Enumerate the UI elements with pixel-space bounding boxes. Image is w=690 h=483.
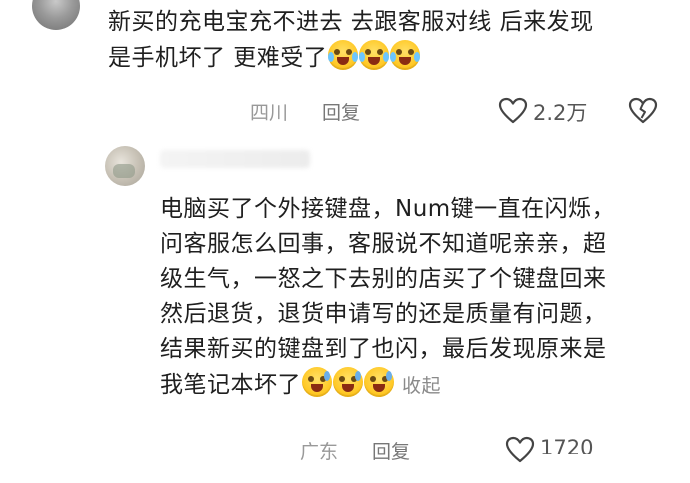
reply-button[interactable]: 回复 [372,437,410,464]
comment-line: 然后退货，退货申请写的还是质量有问题， [160,301,607,327]
sweat-smile-icon [302,367,332,397]
like-count: 2.2万 [533,101,588,125]
comment-line: 电脑买了个外接键盘，Num键一直在闪烁， [160,196,616,222]
sweat-smile-icon [333,367,363,397]
reply-button[interactable]: 回复 [322,98,360,125]
comment-line: 级生气，一怒之下去别的店买了个键盘回来 [160,266,607,292]
crying-laughing-icon [328,40,359,70]
heart-icon[interactable] [498,97,528,125]
crying-laughing-icon [390,40,421,70]
sweat-smile-icon [364,367,394,397]
collapse-button[interactable]: 收起 [402,375,441,397]
username-blurred [160,150,310,168]
avatar[interactable] [32,0,80,30]
like-count: 1720 [540,436,594,454]
avatar[interactable] [105,146,145,186]
comment-line: 是手机坏了 更难受了 [108,40,668,76]
comment-line-text: 是手机坏了 更难受了 [108,45,328,71]
crying-laughing-icon [359,40,390,70]
broken-heart-icon[interactable] [628,97,658,125]
heart-icon[interactable] [505,436,535,464]
comment-line: 我笔记本坏了 收起 [160,367,680,404]
comment-line-text: 我笔记本坏了 [160,372,301,398]
comment-location: 广东 [300,441,339,463]
comment-text: 电脑买了个外接键盘，Num键一直在闪烁， 问客服怎么回事，客服说不知道呢亲亲，超… [160,192,680,404]
comment-line: 结果新买的键盘到了也闪，最后发现原来是 [160,336,607,362]
comment-line: 问客服怎么回事，客服说不知道呢亲亲，超 [160,231,607,257]
comment-line: 新买的充电宝充不进去 去跟客服对线 后来发现 [108,9,594,35]
comment-text: 新买的充电宝充不进去 去跟客服对线 后来发现 是手机坏了 更难受了 [108,5,668,76]
comment-location: 四川 [250,102,289,124]
